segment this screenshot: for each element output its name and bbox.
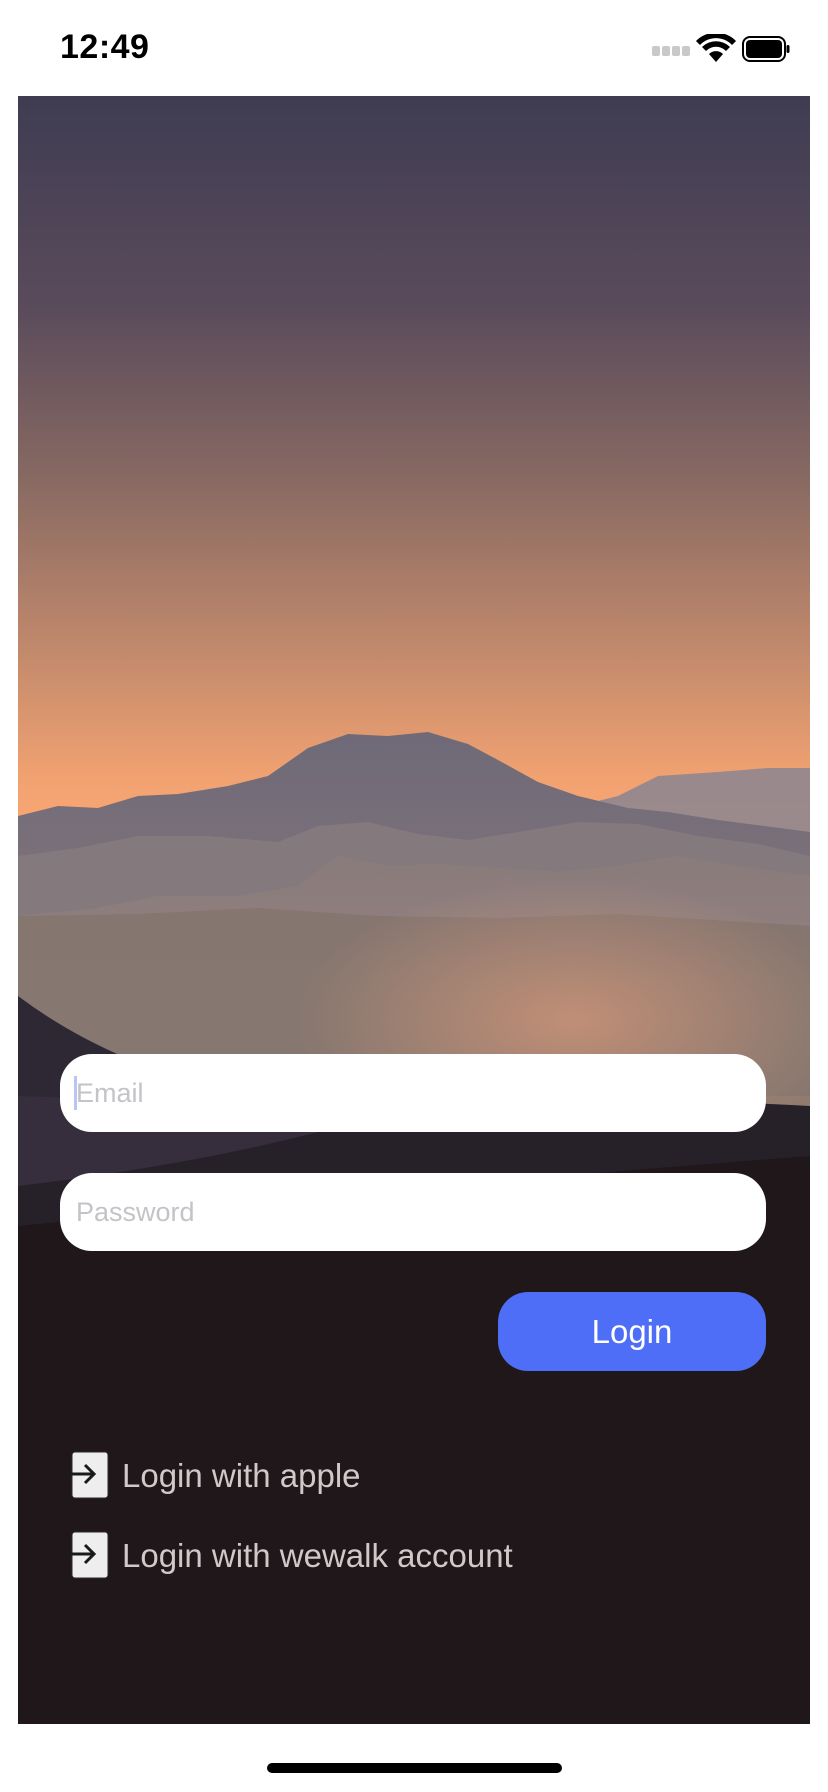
cellular-signal-icon: [652, 46, 692, 58]
password-field[interactable]: [60, 1173, 766, 1251]
email-input[interactable]: [74, 1076, 752, 1110]
login-with-apple-label: Login with apple: [122, 1457, 361, 1494]
login-with-wewalk-label: Login with wewalk account: [122, 1537, 513, 1574]
home-indicator[interactable]: [267, 1763, 562, 1773]
status-bar: 12:49: [0, 0, 828, 96]
battery-icon: [742, 36, 790, 62]
login-button[interactable]: Login: [498, 1292, 766, 1371]
status-time: 12:49: [60, 28, 150, 66]
password-input[interactable]: [74, 1195, 752, 1229]
text-caret: [74, 1076, 77, 1110]
login-arrow-icon: [60, 1531, 109, 1579]
wifi-icon: [696, 34, 736, 62]
login-hero: Login Login with apple Login with wewalk…: [18, 96, 810, 1724]
login-arrow-icon: [60, 1451, 109, 1499]
email-field[interactable]: [60, 1054, 766, 1132]
login-with-wewalk-link[interactable]: Login with wewalk account: [60, 1530, 513, 1582]
login-with-apple-link[interactable]: Login with apple: [60, 1450, 361, 1502]
